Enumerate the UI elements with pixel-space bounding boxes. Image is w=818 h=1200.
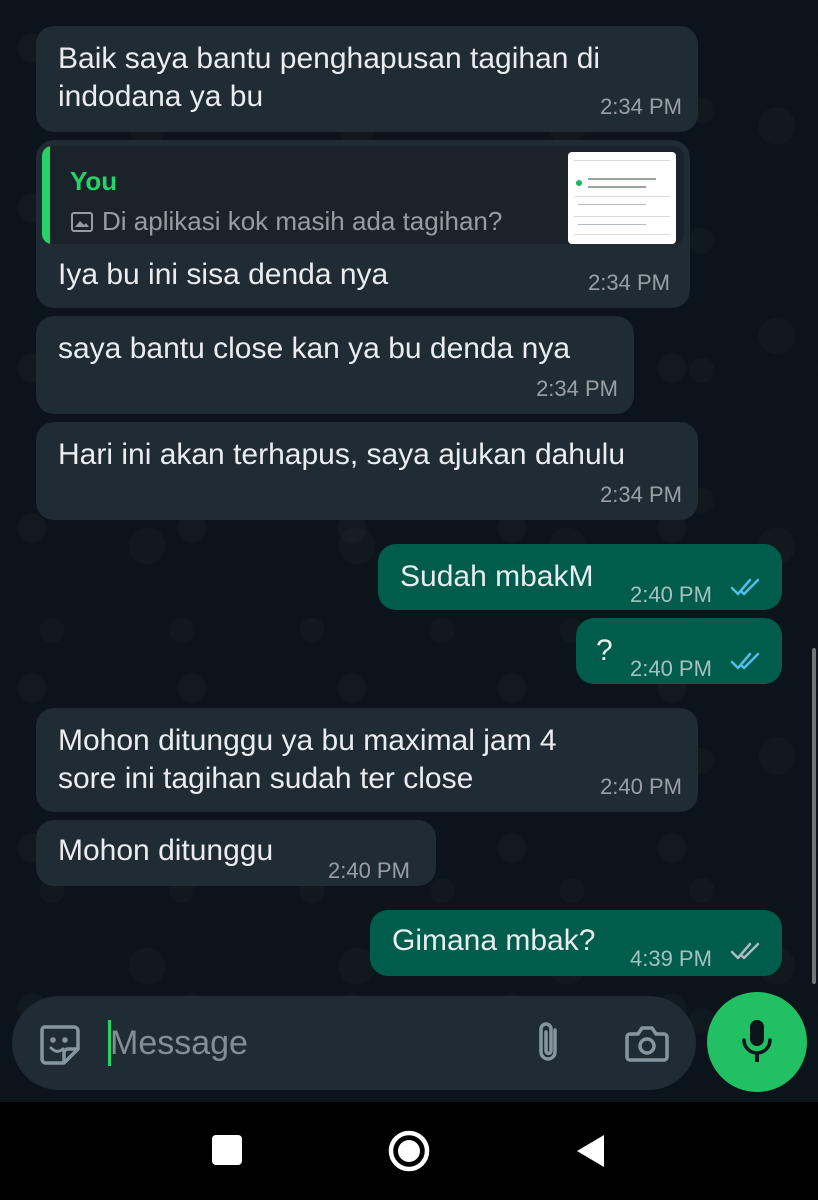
recents-icon[interactable] [211, 1134, 243, 1166]
quote-author: You [70, 166, 118, 196]
attach-icon[interactable] [528, 1020, 568, 1066]
mic-button[interactable] [707, 992, 807, 1092]
chat-area[interactable]: Baik saya bantu penghapusan tagihan di i… [0, 0, 818, 1100]
message-time: 2:40 PM [328, 858, 410, 883]
message-time: 2:40 PM [630, 656, 712, 681]
message-bubble-outgoing[interactable]: Sudah mbakM 2:40 PM [378, 544, 782, 610]
chat-scrollbar[interactable] [812, 648, 816, 984]
message-time: 4:39 PM [630, 946, 712, 971]
message-bubble-incoming[interactable]: Baik saya bantu penghapusan tagihan di i… [36, 26, 698, 132]
message-time: 2:34 PM [588, 270, 670, 295]
home-icon[interactable] [387, 1129, 431, 1173]
message-bubble-outgoing[interactable]: Gimana mbak? 4:39 PM [370, 910, 782, 976]
system-navigation-bar [0, 1102, 818, 1200]
message-text: ? [596, 634, 613, 667]
message-bubble-incoming[interactable]: Hari ini akan terhapus, saya ajukan dahu… [36, 422, 698, 520]
message-text: Baik saya bantu penghapusan tagihan di [58, 42, 601, 75]
message-text: Gimana mbak? [392, 924, 596, 957]
message-bubble-incoming[interactable]: saya bantu close kan ya bu denda nya 2:3… [36, 316, 634, 414]
message-text: Mohon ditunggu [58, 834, 274, 867]
quote-text-row: Di aplikasi kok masih ada tagihan? [70, 202, 502, 240]
message-time: 2:34 PM [600, 482, 682, 507]
message-bubble-incoming[interactable]: You Di aplikasi kok masih ada tagihan? I… [36, 140, 690, 308]
camera-icon[interactable] [624, 1022, 670, 1064]
message-text: indodana ya bu [58, 80, 264, 113]
image-icon [71, 212, 93, 232]
message-text: Sudah mbakM [400, 560, 594, 593]
message-text: Mohon ditunggu ya bu maximal jam 4 [58, 724, 557, 757]
sticker-icon[interactable] [36, 1021, 82, 1067]
message-time: 2:34 PM [600, 94, 682, 119]
message-time: 2:40 PM [630, 582, 712, 607]
read-ticks-icon [730, 652, 760, 670]
message-bubble-incoming[interactable]: Mohon ditunggu ya bu maximal jam 4 sore … [36, 708, 698, 812]
message-text: Iya bu ini sisa denda nya [58, 258, 389, 291]
message-composer [12, 996, 696, 1090]
message-text: saya bantu close kan ya bu denda nya [58, 332, 571, 365]
quote-thumbnail-image [568, 152, 676, 244]
quoted-reply[interactable]: You Di aplikasi kok masih ada tagihan? [42, 146, 684, 244]
message-time: 2:34 PM [536, 376, 618, 401]
mic-icon [742, 1020, 772, 1062]
message-time: 2:40 PM [600, 774, 682, 799]
back-icon[interactable] [574, 1133, 606, 1169]
message-bubble-outgoing[interactable]: ? 2:40 PM [576, 618, 782, 684]
read-ticks-icon [730, 578, 760, 596]
message-text: Hari ini akan terhapus, saya ajukan dahu… [58, 438, 626, 471]
delivered-ticks-icon [730, 942, 760, 960]
message-text: sore ini tagihan sudah ter close [58, 762, 474, 795]
quote-text: Di aplikasi kok masih ada tagihan? [102, 206, 503, 236]
quote-accent-bar [42, 146, 50, 244]
message-bubble-incoming[interactable]: Mohon ditunggu 2:40 PM [36, 820, 436, 886]
message-input[interactable] [110, 1016, 500, 1070]
